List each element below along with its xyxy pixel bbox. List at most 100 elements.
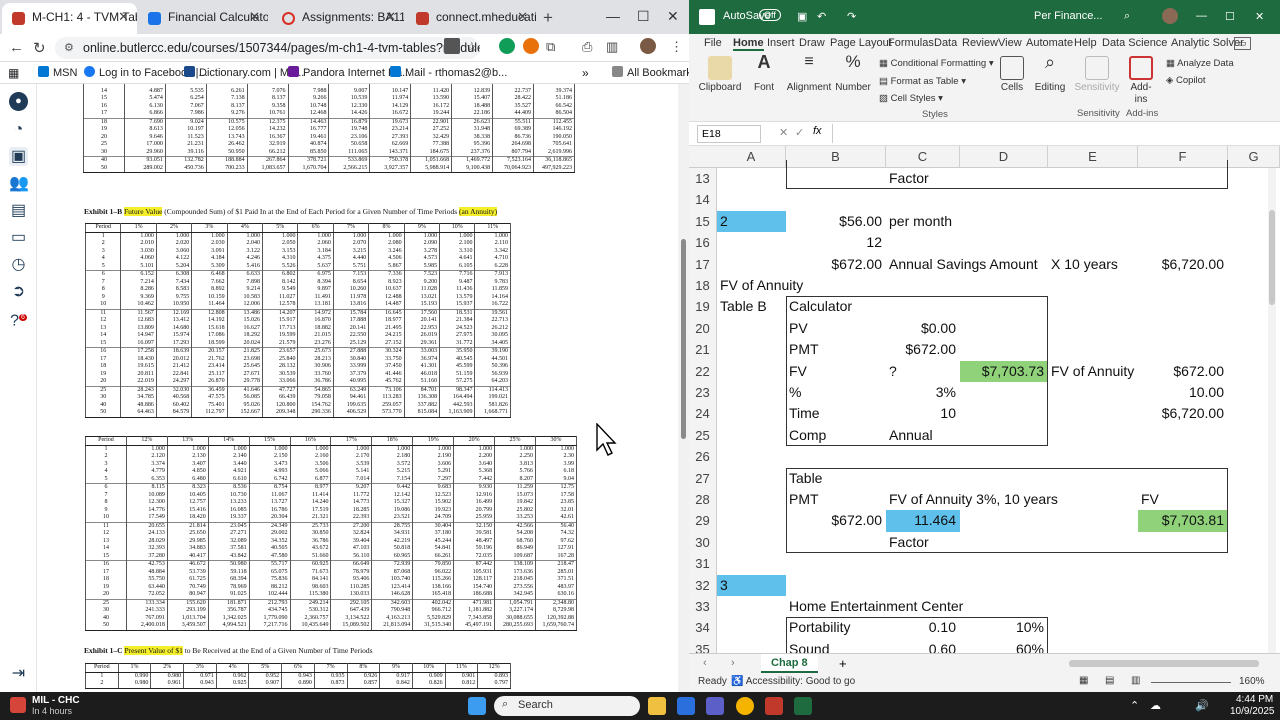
enter-icon[interactable]: ✓ (795, 126, 804, 139)
tab-automate[interactable]: Automate (1026, 37, 1073, 49)
url-field[interactable]: ⚙ online.butlercc.edu/courses/1507344/pa… (55, 37, 480, 59)
file-explorer-icon[interactable] (648, 697, 666, 715)
minimize-icon[interactable]: — (1196, 10, 1207, 22)
row-header[interactable]: 27 (689, 467, 717, 489)
format-as-table-button[interactable]: ▤ Format as Table ▾ (879, 76, 966, 87)
row-header[interactable]: 14 (689, 189, 717, 211)
addins-button[interactable]: Add-ins (1125, 56, 1157, 106)
tab-insert[interactable]: Insert (767, 37, 795, 49)
cell-f17[interactable]: $6,720.00 (1138, 254, 1224, 275)
cell-c15[interactable]: per month (889, 211, 952, 232)
undo-icon[interactable]: ↶ (817, 10, 826, 23)
all-bookmarks[interactable]: All Bookmarks (612, 66, 689, 79)
scroll-thumb[interactable] (681, 239, 686, 439)
onedrive-icon[interactable]: ☁ (1150, 699, 1161, 712)
row-header[interactable]: 13 (689, 168, 717, 190)
row-header[interactable]: 33 (689, 596, 717, 618)
comments-icon[interactable]: ▭ (1234, 37, 1251, 50)
row-header[interactable]: 15 (689, 210, 717, 233)
tab-help[interactable]: Help (1074, 37, 1097, 49)
cell-b25[interactable]: Comp (789, 425, 826, 446)
calendar-icon[interactable]: ▤ (9, 201, 28, 220)
select-all-corner[interactable] (689, 146, 717, 168)
bookmark-dictionary[interactable]: Dictionary.com | Me... (184, 66, 304, 79)
cell-a18[interactable]: FV of Annuity (720, 275, 803, 296)
tab-assignments[interactable]: Assignments: BA112-84 ✕ (272, 3, 404, 34)
app-icon[interactable] (765, 697, 783, 715)
name-box[interactable]: E18 (697, 125, 761, 143)
close-tab-icon[interactable]: ✕ (249, 9, 260, 25)
history-icon[interactable]: ◷ (9, 255, 28, 274)
page-break-icon[interactable]: ▥ (1131, 675, 1140, 686)
cell-b28[interactable]: PMT (789, 489, 819, 510)
cell-b17[interactable]: $672.00 (786, 254, 882, 275)
cell-c23[interactable]: 3% (886, 382, 956, 403)
menu-icon[interactable]: ⋮ (670, 39, 683, 55)
alignment-group[interactable]: ≡ Alignment (785, 54, 833, 94)
cell-c34[interactable]: 0.10 (886, 617, 956, 638)
horizontal-scrollbar[interactable] (1069, 660, 1259, 667)
cell-a19[interactable]: Table B (720, 296, 767, 317)
cell-b21[interactable]: PMT (789, 339, 819, 360)
row-header[interactable]: 19 (689, 296, 717, 318)
clipboard-group[interactable]: Clipboard (697, 56, 743, 94)
zoom-slider[interactable] (1151, 682, 1231, 683)
analyze-data-button[interactable]: ▦ Analyze Data (1166, 58, 1234, 69)
cell-c17[interactable]: Annual Savings Amount (889, 254, 1038, 275)
back-icon[interactable]: ← (9, 39, 24, 56)
cell-b20[interactable]: PV (789, 318, 808, 339)
editing-group[interactable]: ⌕ Editing (1032, 53, 1068, 94)
cell-b23[interactable]: % (789, 382, 801, 403)
help-icon[interactable]: ? 6 (9, 308, 28, 329)
cell-c28[interactable]: FV of Annuity 3%, 10 years (889, 489, 1058, 510)
tab-file[interactable]: File (704, 37, 722, 49)
cell-b24[interactable]: Time (789, 403, 820, 424)
row-header[interactable]: 26 (689, 446, 717, 468)
formula-input[interactable] (832, 124, 1272, 143)
tab-financial-calculators[interactable]: Financial Calculators ✕ (138, 3, 268, 34)
document-scrollbar[interactable] (678, 84, 689, 692)
clock-time[interactable]: 4:44 PM (1236, 694, 1273, 705)
site-info-icon[interactable]: ⚙ (64, 41, 74, 54)
cell-b19[interactable]: Calculator (789, 296, 852, 317)
account-icon[interactable]: ● (9, 92, 28, 111)
tab-page-layout[interactable]: Page Layout (830, 37, 892, 49)
cell-c20[interactable]: $0.00 (886, 318, 956, 339)
cell-a15[interactable]: 2 (720, 211, 728, 232)
function-icon[interactable]: fx (813, 125, 822, 137)
cell-c22[interactable]: ? (889, 361, 897, 382)
autosave-toggle[interactable]: Off (759, 9, 781, 21)
row-header[interactable]: 25 (689, 424, 717, 447)
search-icon[interactable]: ⌕ (1124, 10, 1130, 23)
copilot-button[interactable]: ◈ Copilot (1166, 75, 1206, 86)
excel-vertical-scrollbar[interactable] (1268, 168, 1276, 653)
cell-d22[interactable]: $7,703.73 (960, 361, 1044, 382)
prev-sheet-icon[interactable]: ‹ (703, 657, 707, 669)
cell-c24[interactable]: 10 (886, 403, 956, 424)
scroll-thumb[interactable] (1269, 210, 1275, 305)
weather-icon[interactable] (10, 697, 26, 713)
accessibility-status[interactable]: ♿ Accessibility: Good to go (731, 676, 855, 687)
tab-view[interactable]: View (998, 37, 1022, 49)
grammarly-icon[interactable] (499, 38, 515, 54)
new-tab-icon[interactable]: + (543, 8, 553, 28)
row-header[interactable]: 31 (689, 553, 717, 575)
row-header[interactable]: 28 (689, 489, 717, 511)
restore-icon[interactable]: ☐ (1225, 10, 1235, 23)
close-tab-icon[interactable]: ✕ (118, 9, 129, 25)
row-header[interactable]: 29 (689, 510, 717, 532)
row-header[interactable]: 17 (689, 253, 717, 275)
row-header[interactable]: 16 (689, 232, 717, 254)
row-header[interactable]: 35 (689, 638, 717, 653)
tray-chevron-icon[interactable]: ⌃ (1130, 699, 1139, 712)
cell-c25[interactable]: Annual (889, 425, 933, 446)
bookmark-msn[interactable]: MSN (38, 66, 77, 79)
cell-f23[interactable]: 10.00 (1138, 382, 1224, 403)
close-tab-icon[interactable]: ✕ (385, 9, 396, 25)
cell-b33[interactable]: Home Entertainment Center (789, 596, 963, 617)
cell-b35[interactable]: Sound (789, 639, 829, 653)
cell-b29[interactable]: $672.00 (786, 510, 882, 531)
tab-data[interactable]: Data (934, 37, 957, 49)
cell-f24[interactable]: $6,720.00 (1138, 403, 1224, 424)
inbox-icon[interactable]: ▭ (9, 228, 28, 247)
